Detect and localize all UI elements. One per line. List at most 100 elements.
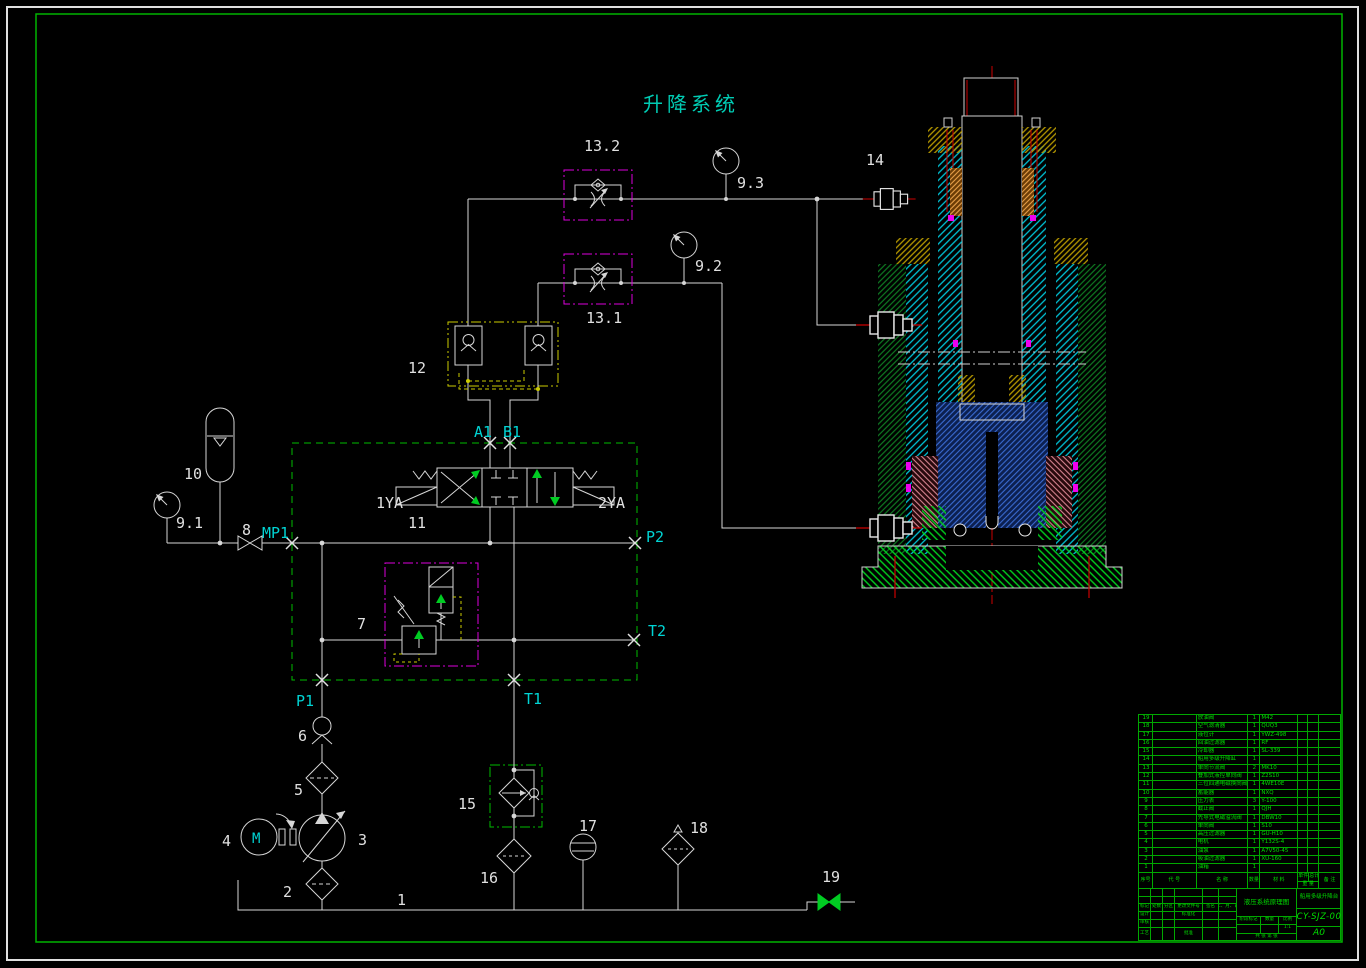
row-name: 单向阀 [1196,822,1248,830]
label-t2: T2 [648,622,666,640]
label-p2: P2 [646,528,664,546]
row-qty: 1 [1247,838,1259,846]
row-qty: 1 [1247,830,1259,838]
field-process: 工艺 [1138,927,1150,941]
row-remark [1318,780,1340,788]
row-name: 空气滤清器 [1196,722,1248,730]
sheet-size: A0 [1296,926,1341,941]
parts-list-row: 13 单向节流阀 2 MK10 [1138,764,1340,772]
row-code [1152,714,1196,722]
row-no: 10 [1138,789,1152,797]
row-unit-weight [1297,772,1307,780]
label-9-1: 9.1 [176,514,203,532]
row-model: RF [1259,739,1297,747]
label-13-2: 13.2 [584,137,620,155]
row-no: 12 [1138,772,1152,780]
rod-bushing [950,168,962,216]
row-code [1152,838,1196,846]
row-qty: 1 [1247,747,1259,755]
row-model: M42 [1259,714,1297,722]
label-t1: T1 [524,690,542,708]
label-10: 10 [184,465,202,483]
outer-housing [878,264,906,554]
label-15: 15 [458,795,476,813]
header-material: 材 料 [1259,872,1297,888]
label-5: 5 [294,781,303,799]
row-unit-weight [1297,780,1307,788]
field-sign: 签名 [1202,903,1218,911]
parts-list-rows: 19 放油阀 1 M42 18 空气滤清器 1 QUQ3 17 液位计 1 YW… [1138,714,1340,872]
parts-list-row: 16 回油过滤器 1 RF [1138,739,1340,747]
row-unit-weight [1297,739,1307,747]
row-unit-weight [1297,863,1307,871]
row-qty: 3 [1247,797,1259,805]
header-weight: 重 量 [1298,881,1318,888]
row-total-weight [1307,838,1318,846]
row-name: 先导式电磁溢流阀 [1196,814,1248,822]
stage1-gland [928,127,962,153]
field-count: 处数 [1150,903,1162,911]
label-9-2: 9.2 [695,257,722,275]
row-remark [1318,847,1340,855]
row-no: 1 [1138,863,1152,871]
row-unit-weight [1297,814,1307,822]
field-audit: 审核 [1138,919,1150,927]
row-name: 三位四通电磁换向阀 [1196,780,1248,788]
row-unit-weight [1297,789,1307,797]
motor-m-label: M [252,831,260,847]
row-name: 单向节流阀 [1196,764,1248,772]
row-no: 4 [1138,838,1152,846]
row-qty: 1 [1247,772,1259,780]
row-total-weight [1307,797,1318,805]
row-total-weight [1307,747,1318,755]
row-total-weight [1307,830,1318,838]
row-model: XU-160 [1259,855,1297,863]
row-remark [1318,805,1340,813]
row-total-weight [1307,739,1318,747]
row-remark [1318,772,1340,780]
label-6: 6 [298,727,307,745]
row-total-weight [1307,863,1318,871]
row-code [1152,772,1196,780]
accumulator-10 [206,408,234,543]
row-model: SL-339 [1259,747,1297,755]
parts-list-row: 4 电机 1 Y132S-4 [1138,838,1340,846]
row-total-weight [1307,780,1318,788]
row-qty: 1 [1247,847,1259,855]
row-remark [1318,838,1340,846]
row-model: GU-H10 [1259,830,1297,838]
field-approve: 批准 [1174,927,1202,941]
row-qty: 1 [1247,814,1259,822]
row-no: 15 [1138,747,1152,755]
label-mp1: MP1 [262,524,289,542]
row-no: 14 [1138,755,1152,763]
title-block: 标记 处数 分区 更改文件号 签名 年、月、日 设计 标准化 审核 工艺 [1138,888,1340,941]
label-17: 17 [579,817,597,835]
parts-list-row: 15 冷却器 1 SL-339 [1138,747,1340,755]
label-9-3: 9.3 [737,174,764,192]
row-no: 3 [1138,847,1152,855]
header-name: 名 称 [1196,872,1248,888]
drawing-title: 升降系统 [643,92,739,116]
row-unit-weight [1297,722,1307,730]
row-model: QJH [1259,805,1297,813]
field-design: 设计 [1138,911,1150,919]
row-code [1152,789,1196,797]
cad-drawing-canvas: 13.2 13.1 9.3 9.2 9.1 12 11 10 8 7 6 5 4… [0,0,1366,968]
field-mark: 标记 [1138,903,1150,911]
row-no: 19 [1138,714,1152,722]
parts-list-row: 5 高压过滤器 1 GU-H10 [1138,830,1340,838]
row-code [1152,830,1196,838]
title-block-signatures: 标记 处数 分区 更改文件号 签名 年、月、日 设计 标准化 审核 工艺 [1138,888,1236,941]
row-remark [1318,739,1340,747]
parts-list-row: 6 单向阀 1 S10 [1138,822,1340,830]
parts-list-header: 序号 代 号 名 称 数量 材 料 单件 总计 重 量 备 注 [1138,872,1340,888]
row-qty: 1 [1247,714,1259,722]
row-model: S10 [1259,822,1297,830]
field-zone: 分区 [1162,903,1174,911]
breather-18 [662,833,694,865]
row-code [1152,739,1196,747]
label-a1: A1 [474,423,492,441]
label-16: 16 [480,869,498,887]
row-name: 电机 [1196,838,1248,846]
